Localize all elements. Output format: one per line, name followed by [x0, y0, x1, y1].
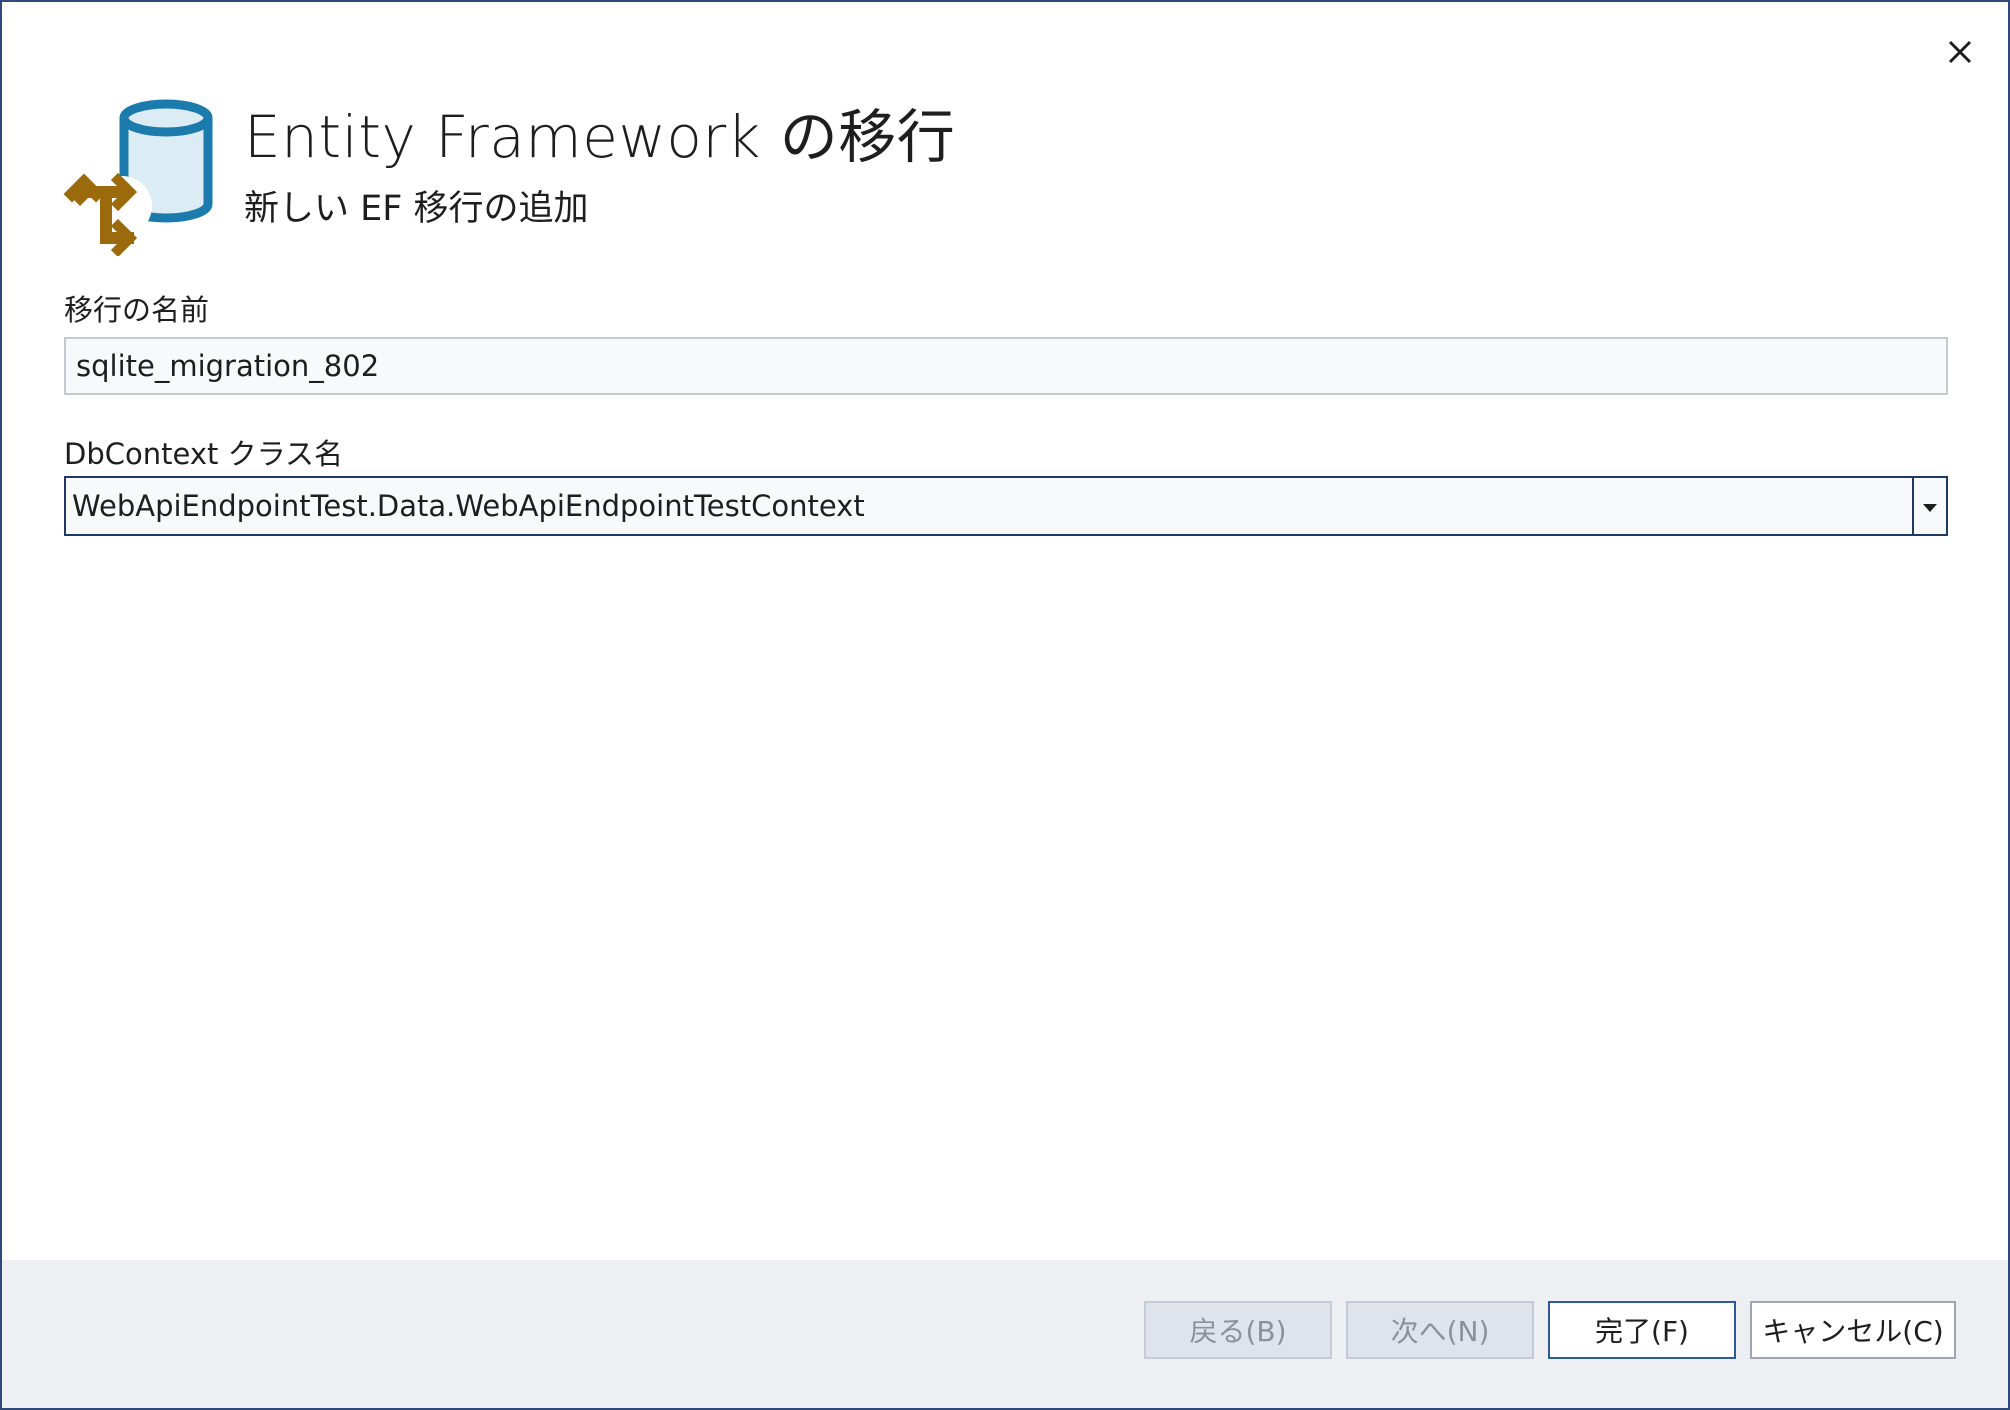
ef-database-migration-icon — [62, 96, 222, 258]
dbcontext-label: DbContext クラス名 — [64, 437, 343, 471]
dbcontext-select[interactable]: WebApiEndpointTest.Data.WebApiEndpointTe… — [64, 476, 1948, 536]
dialog-subtitle: 新しい EF 移行の追加 — [244, 189, 589, 229]
next-button[interactable]: 次へ(N) — [1346, 1301, 1534, 1359]
migration-name-label: 移行の名前 — [64, 293, 210, 327]
close-button[interactable] — [1932, 30, 1988, 78]
cancel-button[interactable]: キャンセル(C) — [1750, 1301, 1956, 1359]
dialog-footer: 戻る(B) 次へ(N) 完了(F) キャンセル(C) — [2, 1260, 2008, 1408]
back-button[interactable]: 戻る(B) — [1144, 1301, 1332, 1359]
dialog-title: Entity Framework の移行 — [244, 103, 956, 171]
chevron-down-icon — [1923, 497, 1937, 516]
dbcontext-selected-value: WebApiEndpointTest.Data.WebApiEndpointTe… — [72, 489, 865, 523]
migration-name-input[interactable] — [64, 337, 1948, 395]
close-icon — [1946, 38, 1974, 70]
ef-migration-dialog: Entity Framework の移行 新しい EF 移行の追加 移行の名前 … — [0, 0, 2010, 1410]
dbcontext-dropdown-button[interactable] — [1912, 478, 1946, 534]
finish-button[interactable]: 完了(F) — [1548, 1301, 1736, 1359]
